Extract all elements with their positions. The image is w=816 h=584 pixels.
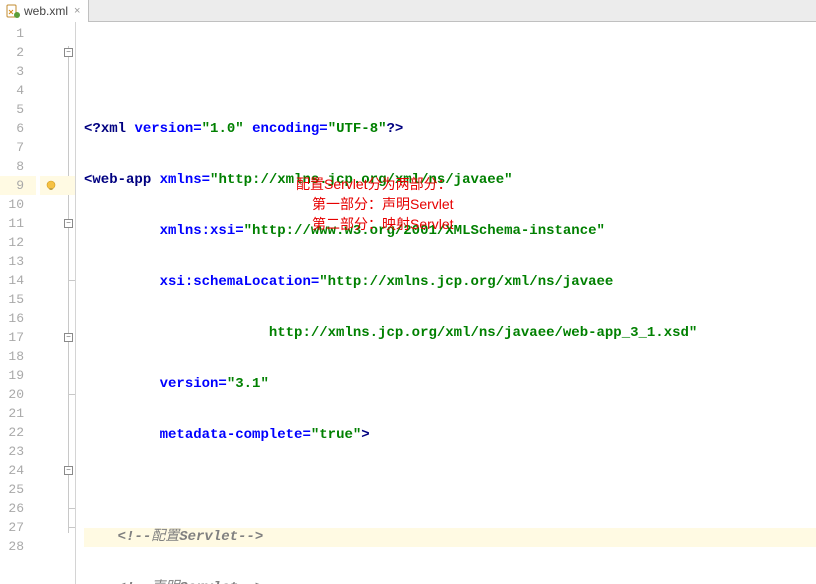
line-number-gutter: 1 2 3 4 5 6 7 8 9 10 11 12 13 14 15 16 1… bbox=[0, 22, 40, 584]
file-tab-webxml[interactable]: web.xml × bbox=[0, 0, 89, 22]
line-number: 2 bbox=[0, 43, 36, 62]
code-line: xsi:schemaLocation="http://xmlns.jcp.org… bbox=[84, 273, 816, 292]
xml-file-icon bbox=[6, 4, 20, 18]
line-number: 22 bbox=[0, 423, 36, 442]
line-number: 19 bbox=[0, 366, 36, 385]
line-number: 20 bbox=[0, 385, 36, 404]
line-number: 7 bbox=[0, 138, 36, 157]
code-line: <?xml version="1.0" encoding="UTF-8"?> bbox=[84, 120, 816, 139]
fold-end-icon bbox=[68, 527, 75, 528]
line-number: 27 bbox=[0, 518, 36, 537]
fold-toggle-icon[interactable]: − bbox=[64, 219, 73, 228]
code-line: <!--声明Servlet--> bbox=[84, 579, 816, 584]
line-number: 6 bbox=[0, 119, 36, 138]
line-number: 8 bbox=[0, 157, 36, 176]
fold-toggle-icon[interactable]: − bbox=[64, 466, 73, 475]
annotation-1: 配置Servlet分为两部分： bbox=[296, 174, 452, 194]
line-number: 4 bbox=[0, 81, 36, 100]
code-line: version="3.1" bbox=[84, 375, 816, 394]
line-number: 15 bbox=[0, 290, 36, 309]
code-line: <!--配置Servlet--> bbox=[84, 528, 816, 547]
line-number: 5 bbox=[0, 100, 36, 119]
line-number: 26 bbox=[0, 499, 36, 518]
fold-end-icon bbox=[68, 394, 75, 395]
code-line: metadata-complete="true"> bbox=[84, 426, 816, 445]
fold-toggle-icon[interactable]: − bbox=[64, 48, 73, 57]
fold-end-icon bbox=[68, 280, 75, 281]
annotation-3: 第二部分：映射Servlet bbox=[312, 214, 454, 234]
line-number: 11 bbox=[0, 214, 36, 233]
line-number: 23 bbox=[0, 442, 36, 461]
code-line bbox=[84, 477, 816, 496]
tab-label: web.xml bbox=[24, 4, 68, 18]
line-number: 17 bbox=[0, 328, 36, 347]
line-number: 25 bbox=[0, 480, 36, 499]
line-number: 24 bbox=[0, 461, 36, 480]
fold-toggle-icon[interactable]: − bbox=[64, 333, 73, 342]
line-number: 16 bbox=[0, 309, 36, 328]
line-number: 14 bbox=[0, 271, 36, 290]
fold-gutter: − − − − bbox=[62, 22, 76, 584]
line-number: 12 bbox=[0, 233, 36, 252]
line-number: 9 bbox=[0, 176, 36, 195]
code-line: http://xmlns.jcp.org/xml/ns/javaee/web-a… bbox=[84, 324, 816, 343]
line-number: 28 bbox=[0, 537, 36, 556]
line-number: 10 bbox=[0, 195, 36, 214]
icon-gutter bbox=[40, 22, 62, 584]
line-number: 13 bbox=[0, 252, 36, 271]
code-area[interactable]: 配置Servlet分为两部分： 第一部分：声明Servlet 第二部分：映射Se… bbox=[76, 22, 816, 584]
line-number: 18 bbox=[0, 347, 36, 366]
fold-end-icon bbox=[68, 508, 75, 509]
code-editor[interactable]: 1 2 3 4 5 6 7 8 9 10 11 12 13 14 15 16 1… bbox=[0, 22, 816, 584]
line-number: 1 bbox=[0, 24, 36, 43]
annotation-2: 第一部分：声明Servlet bbox=[312, 194, 454, 214]
intention-bulb-row[interactable] bbox=[40, 176, 62, 195]
line-number: 21 bbox=[0, 404, 36, 423]
close-icon[interactable]: × bbox=[74, 5, 80, 17]
line-number: 3 bbox=[0, 62, 36, 81]
tab-bar: web.xml × bbox=[0, 0, 816, 22]
lightbulb-icon bbox=[45, 180, 57, 192]
